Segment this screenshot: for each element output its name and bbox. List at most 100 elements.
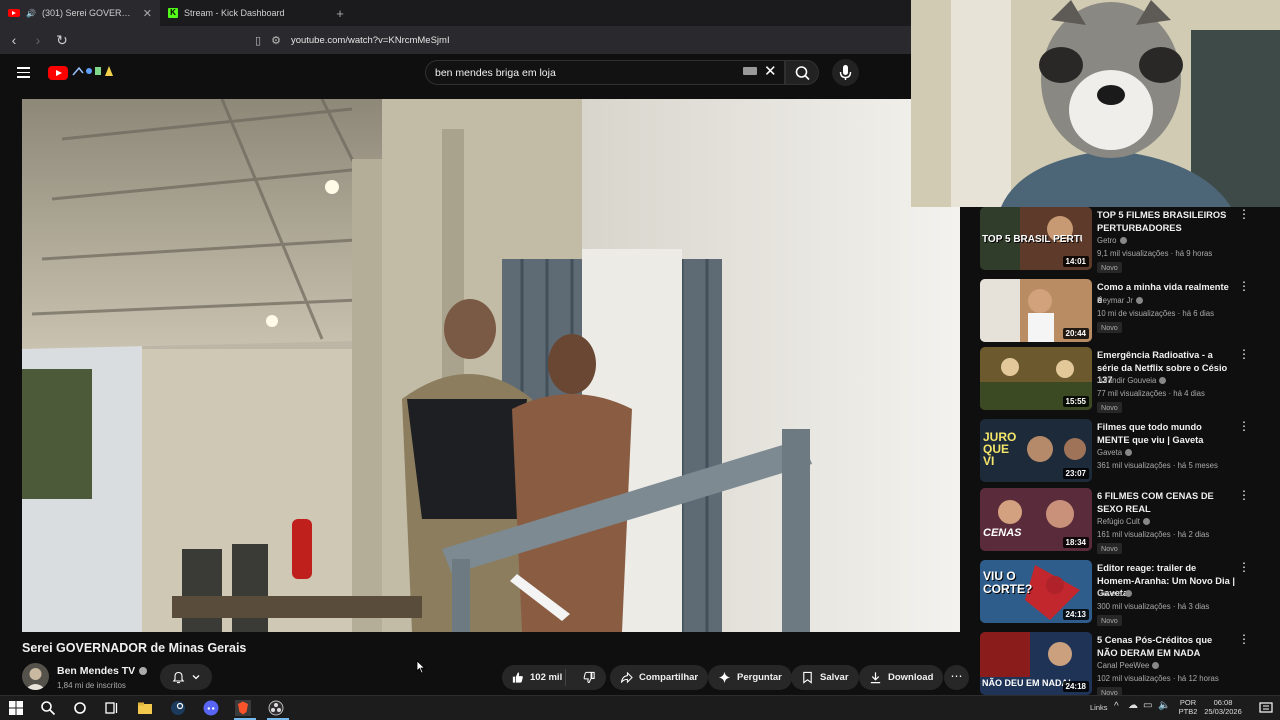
- volume-icon[interactable]: 🔈: [1158, 700, 1170, 711]
- recommendation-channel[interactable]: Gaveta: [1097, 448, 1133, 457]
- recommendation-title[interactable]: 5 Cenas Pós-Créditos que NÃO DERAM EM NA…: [1097, 634, 1235, 659]
- recommendation-item[interactable]: 15:55 Emergência Radioativa - a série da…: [980, 347, 1280, 413]
- doodle[interactable]: [71, 64, 115, 81]
- site-info-icon[interactable]: ⚙: [271, 34, 281, 47]
- thumbnail-text: VIU O CORTE?: [983, 569, 1033, 596]
- like-dislike-group: 102 mil: [502, 665, 606, 690]
- new-tab-button[interactable]: +: [325, 6, 355, 21]
- video-thumbnail[interactable]: 20:44: [980, 279, 1092, 342]
- recommendation-title[interactable]: TOP 5 FILMES BRASILEIROS PERTURBADORES: [1097, 209, 1235, 234]
- recommendation-item[interactable]: TOP 5 BRASIL PERTURBADOR 14:01 TOP 5 FIL…: [980, 207, 1280, 273]
- microphone-icon: [839, 65, 852, 80]
- video-thumbnail[interactable]: TOP 5 BRASIL PERTURBADOR 14:01: [980, 207, 1092, 270]
- search-button[interactable]: [785, 60, 819, 85]
- brave-browser-icon[interactable]: [235, 700, 251, 716]
- reload-button[interactable]: ↻: [52, 32, 72, 49]
- forward-button[interactable]: ›: [28, 32, 48, 48]
- address-bar[interactable]: ▯ ⚙ youtube.com/watch?v=KNrcmMeSjmI: [255, 31, 450, 49]
- video-thumbnail[interactable]: JURO QUE VI 23:07: [980, 419, 1092, 482]
- recommendation-title[interactable]: 6 FILMES COM CENAS DE SEXO REAL: [1097, 490, 1235, 515]
- more-options-icon[interactable]: ⋮: [1238, 348, 1250, 360]
- download-button[interactable]: Download: [859, 665, 944, 690]
- more-actions-button[interactable]: ⋯: [944, 665, 969, 690]
- tray-overflow-icon[interactable]: ^: [1114, 701, 1119, 712]
- more-options-icon[interactable]: ⋮: [1238, 633, 1250, 645]
- mouse-cursor-icon: [416, 660, 426, 674]
- verified-icon: [1125, 590, 1133, 597]
- close-tab-icon[interactable]: ✕: [143, 7, 152, 20]
- recommendation-item[interactable]: VIU O CORTE? 24:13 Editor reage: trailer…: [980, 560, 1280, 626]
- video-player[interactable]: [22, 99, 960, 632]
- recommendation-stats: 161 mil visualizações · há 2 dias: [1097, 530, 1210, 539]
- thumbnail-text: TOP 5 BRASIL PERTURBADOR: [982, 235, 1082, 245]
- tab-youtube[interactable]: 🔊 (301) Serei GOVERNADOR de Minas Gerais…: [0, 0, 160, 26]
- recommendation-channel[interactable]: Canal PeeWee: [1097, 661, 1160, 670]
- channel-text: Gaveta: [1097, 589, 1123, 598]
- voice-search-button[interactable]: [832, 59, 859, 86]
- verified-icon: [1135, 297, 1143, 304]
- share-button[interactable]: Compartilhar: [610, 665, 709, 690]
- recommendation-channel[interactable]: Getro: [1097, 236, 1127, 245]
- notification-bell-button[interactable]: [160, 664, 212, 690]
- links-toolbar[interactable]: Links: [1090, 703, 1108, 712]
- video-thumbnail[interactable]: 15:55: [980, 347, 1092, 410]
- action-center-icon[interactable]: [1258, 700, 1274, 716]
- video-duration: 24:18: [1062, 681, 1089, 692]
- recommendation-channel[interactable]: Neymar Jr: [1097, 296, 1143, 305]
- cortana-icon[interactable]: [72, 700, 88, 716]
- channel-text: Gaveta: [1097, 448, 1123, 457]
- more-options-icon[interactable]: ⋮: [1238, 489, 1250, 501]
- input-language[interactable]: POR PTB2: [1178, 698, 1198, 716]
- video-duration: 23:07: [1062, 468, 1089, 479]
- like-count: 102 mil: [530, 672, 563, 683]
- keyboard-icon[interactable]: [743, 67, 757, 75]
- recommendation-item[interactable]: 20:44 Como a minha vida realmente é Neym…: [980, 279, 1280, 343]
- tab-kick[interactable]: K Stream - Kick Dashboard: [160, 0, 325, 26]
- save-button[interactable]: Salvar: [791, 665, 859, 690]
- like-button[interactable]: 102 mil: [502, 669, 567, 686]
- more-options-icon[interactable]: ⋮: [1238, 208, 1250, 220]
- channel-avatar[interactable]: [22, 663, 49, 690]
- search-input[interactable]: ben mendes briga em loja: [425, 60, 785, 85]
- back-button[interactable]: ‹: [4, 32, 24, 48]
- windows-start-icon[interactable]: [8, 700, 24, 716]
- obs-studio-icon[interactable]: [268, 700, 284, 716]
- video-thumbnail[interactable]: CENAS 18:34: [980, 488, 1092, 551]
- chevron-down-icon: [192, 675, 199, 680]
- more-options-icon[interactable]: ⋮: [1238, 280, 1250, 292]
- sparkle-icon: [718, 671, 731, 684]
- discord-icon[interactable]: [203, 700, 219, 716]
- more-options-icon[interactable]: ⋮: [1238, 420, 1250, 432]
- recommendation-stats: 361 mil visualizações · há 5 meses: [1097, 461, 1218, 470]
- channel-name[interactable]: Ben Mendes TV: [57, 665, 148, 677]
- youtube-logo[interactable]: [48, 66, 68, 80]
- clear-search-icon[interactable]: ✕: [764, 62, 777, 80]
- bookmark-icon[interactable]: ▯: [255, 34, 261, 47]
- onedrive-icon[interactable]: ▭: [1143, 700, 1152, 711]
- recommendation-title[interactable]: Filmes que todo mundo MENTE que viu | Ga…: [1097, 421, 1235, 446]
- search-icon[interactable]: [40, 700, 56, 716]
- verified-icon: [139, 667, 148, 675]
- more-options-icon[interactable]: ⋮: [1238, 561, 1250, 573]
- recommendations-list: TOP 5 BRASIL PERTURBADOR 14:01 TOP 5 FIL…: [980, 207, 1280, 695]
- task-view-icon[interactable]: [104, 700, 120, 716]
- recommendation-item[interactable]: CENAS 18:34 6 FILMES COM CENAS DE SEXO R…: [980, 488, 1280, 554]
- recommendation-item[interactable]: NÃO DEU EM NADA! 24:18 5 Cenas Pós-Crédi…: [980, 632, 1280, 695]
- menu-icon[interactable]: [17, 67, 30, 79]
- recommendation-channel[interactable]: Gaveta: [1097, 589, 1133, 598]
- share-icon: [620, 671, 633, 684]
- video-thumbnail[interactable]: VIU O CORTE? 24:13: [980, 560, 1092, 623]
- file-explorer-icon[interactable]: [137, 700, 153, 716]
- recommendation-channel[interactable]: Jurandir Gouveia: [1097, 376, 1167, 385]
- recommendation-item[interactable]: JURO QUE VI 23:07 Filmes que todo mundo …: [980, 419, 1280, 483]
- clock[interactable]: 06:08 25/03/2026: [1201, 698, 1245, 716]
- network-icon[interactable]: ☁: [1128, 700, 1138, 711]
- recommendation-stats: 102 mil visualizações · há 12 horas: [1097, 674, 1219, 683]
- steam-icon[interactable]: [170, 700, 186, 716]
- new-badge: Novo: [1097, 687, 1122, 695]
- video-thumbnail[interactable]: NÃO DEU EM NADA! 24:18: [980, 632, 1092, 695]
- keyboard-layout: PTB2: [1178, 707, 1198, 716]
- recommendation-channel[interactable]: Refúgio Cult: [1097, 517, 1150, 526]
- ask-button[interactable]: Perguntar: [708, 665, 792, 690]
- dislike-button[interactable]: [572, 671, 606, 684]
